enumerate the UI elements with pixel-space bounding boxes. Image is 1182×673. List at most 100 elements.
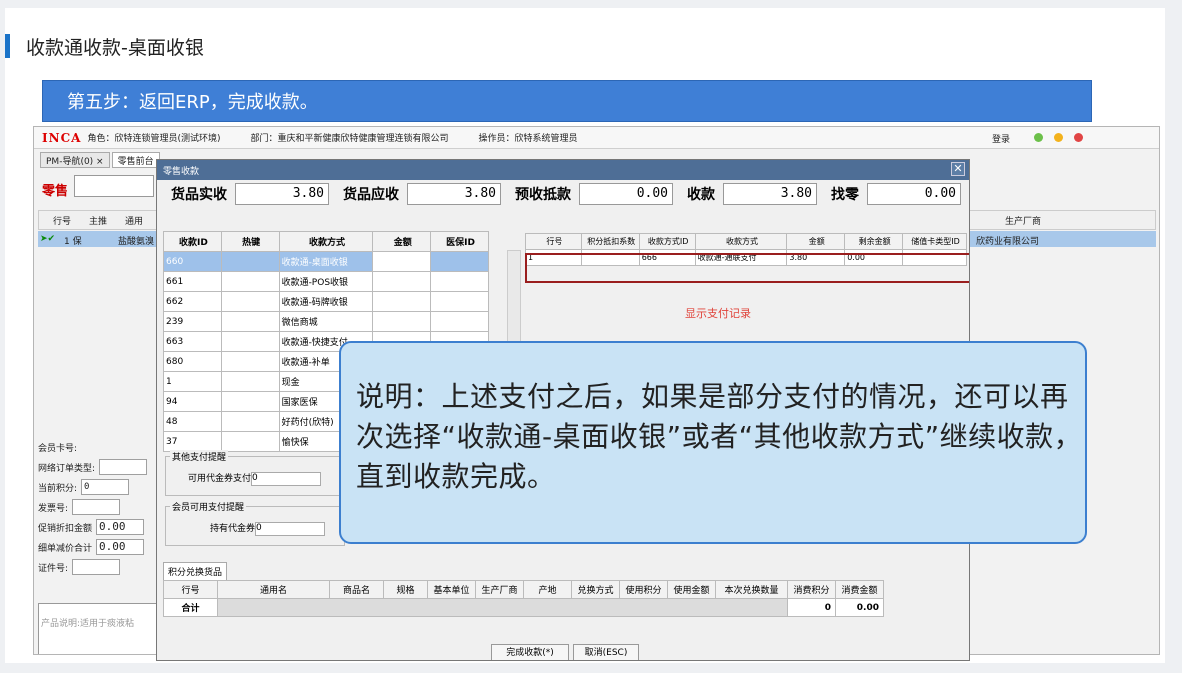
summary-value: 3.80 (723, 183, 817, 205)
method-hotkey (220, 351, 280, 372)
summary-value: 0.00 (579, 183, 673, 205)
method-hotkey (220, 311, 280, 332)
method-amount[interactable] (372, 311, 432, 332)
summary-label: 货品应收 (343, 187, 399, 203)
other-pay-legend: 其他支付提醒 (170, 450, 229, 463)
department-info: 部门：重庆和平新健康欣特健康管理连锁有限公司 (250, 134, 449, 144)
table-row[interactable]: 660 收款通-桌面收银 (163, 251, 489, 272)
form-input[interactable]: 0.00 (96, 539, 145, 555)
form-row: 网络订单类型: (38, 457, 160, 477)
tab-navigation[interactable]: PM-导航(0) × (40, 152, 110, 168)
window-min-icon[interactable] (1034, 133, 1043, 142)
exchange-col: 兑换方式 (571, 580, 620, 599)
form-label: 网络订单类型: (38, 463, 96, 474)
total-filler (217, 598, 788, 617)
form-label: 会员卡号: (38, 443, 78, 454)
form-input[interactable]: 0 (81, 479, 130, 495)
table-row[interactable]: 661 收款通-POS收银 (163, 271, 489, 292)
row-maker: 欣药业有限公司 (976, 237, 1040, 247)
erp-tabs: PM-导航(0) × 零售前台 (40, 152, 162, 168)
tab-retail[interactable]: 零售前台 (111, 152, 160, 168)
row-generic: 盐酸氨溴 (118, 237, 155, 247)
explanation-callout: 说明：上述支付之后，如果是部分支付的情况，还可以再次选择“收款通-桌面收银”或者… (339, 341, 1087, 544)
exchange-col: 规格 (383, 580, 428, 599)
col-rec-remain: 剩余金额 (844, 233, 904, 250)
summary-label: 收款 (687, 187, 715, 203)
member-pay-row: 持有代金券0 (210, 521, 326, 536)
method-insurance (430, 311, 489, 332)
form-row: 会员卡号: (38, 437, 160, 457)
other-pay-value: 0 (251, 471, 322, 486)
highlight-box (525, 253, 969, 283)
other-pay-label: 可用代金券支付 (188, 474, 252, 484)
method-hotkey (220, 271, 280, 292)
page-title: 收款通收款-桌面收银 (5, 34, 204, 59)
dialog-title: 零售收款 (163, 166, 200, 177)
pay-record-label: 显示支付记录 (685, 307, 751, 320)
sale-input[interactable] (74, 175, 154, 197)
exchange-col: 消费金额 (835, 580, 884, 599)
dialog-title-bar: 零售收款 (157, 160, 969, 180)
col-method-id: 收款ID (163, 231, 222, 252)
method-id: 239 (163, 311, 222, 332)
table-row[interactable]: 662 收款通-码牌收银 (163, 291, 489, 312)
inca-logo: INCA (42, 130, 82, 145)
method-hotkey (220, 371, 280, 392)
method-insurance (430, 271, 489, 292)
form-input[interactable] (72, 499, 121, 515)
exchange-col: 生产厂商 (475, 580, 524, 599)
total-amount: 0.00 (835, 598, 884, 617)
summary-value: 0.00 (867, 183, 961, 205)
payment-summary: 货品实收 3.80 货品应收 3.80 预收抵款 0.00 收款 3.80 找零… (157, 182, 969, 206)
form-row: 细单减价合计 0.00 (38, 537, 160, 557)
col-insurance-id: 医保ID (430, 231, 489, 252)
cancel-button[interactable]: 取消(ESC) (573, 644, 639, 660)
form-row: 促销折扣金额 0.00 (38, 517, 160, 537)
table-row[interactable]: 239 微信商城 (163, 311, 489, 332)
form-label: 发票号: (38, 503, 69, 514)
method-name: 收款通-桌面收银 (278, 251, 374, 272)
erp-header: INCA 角色：欣特连锁管理员(测试环境) 部门：重庆和平新健康欣特健康管理连锁… (34, 127, 1159, 149)
method-hotkey (220, 251, 280, 272)
method-hotkey (220, 431, 280, 452)
exchange-col: 基本单位 (427, 580, 476, 599)
finish-payment-button[interactable]: 完成收款(*) (491, 644, 569, 660)
method-id: 94 (163, 391, 222, 412)
summary-value: 3.80 (235, 183, 329, 205)
exchange-col: 使用金额 (667, 580, 716, 599)
form-input[interactable] (72, 559, 121, 575)
check-icon: ➤✔ (40, 234, 56, 244)
exchange-total-row: 合计 0 0.00 (163, 598, 884, 617)
col-row: 行号 (53, 216, 72, 227)
member-form: 会员卡号: 网络订单类型: 当前积分: 0 发票号: 促销折扣金额 0.00 细单减… (38, 437, 160, 577)
form-label: 当前积分: (38, 483, 78, 494)
col-rec-method-id: 收款方式ID (638, 233, 696, 250)
col-rec-coef: 积分抵扣系数 (580, 233, 640, 250)
col-hotkey: 热键 (220, 231, 280, 252)
operator-info: 操作员：欣特系统管理员 (478, 134, 578, 144)
sale-label: 零售 (42, 184, 69, 199)
product-description: 产品说明:适用于痰液粘 (38, 603, 160, 654)
login-link[interactable]: 登录 (992, 132, 1010, 145)
form-input[interactable]: 0.00 (96, 519, 145, 535)
tab-points-exchange[interactable]: 积分兑换货品 (163, 562, 228, 580)
window-max-icon[interactable] (1054, 133, 1063, 142)
col-amount: 金额 (372, 231, 432, 252)
method-amount[interactable] (372, 271, 432, 292)
col-generic: 通用 (125, 216, 144, 227)
window-close-icon[interactable] (1074, 133, 1083, 142)
form-row: 当前积分: 0 (38, 477, 160, 497)
page-title-text: 收款通收款-桌面收银 (26, 36, 204, 59)
col-main: 主推 (89, 216, 108, 227)
exchange-col: 使用积分 (619, 580, 668, 599)
method-amount[interactable] (372, 291, 432, 312)
summary-label: 找零 (831, 187, 859, 203)
member-pay-legend: 会员可用支付提醒 (170, 500, 247, 513)
form-label: 促销折扣金额 (38, 523, 93, 534)
form-input[interactable] (99, 459, 148, 475)
close-icon[interactable]: ✕ (951, 162, 965, 176)
step-banner: 第五步：返回ERP，完成收款。 (42, 80, 1092, 122)
other-pay-row: 可用代金券支付0 (188, 471, 322, 486)
method-amount[interactable] (372, 251, 432, 272)
method-id: 1 (163, 371, 222, 392)
